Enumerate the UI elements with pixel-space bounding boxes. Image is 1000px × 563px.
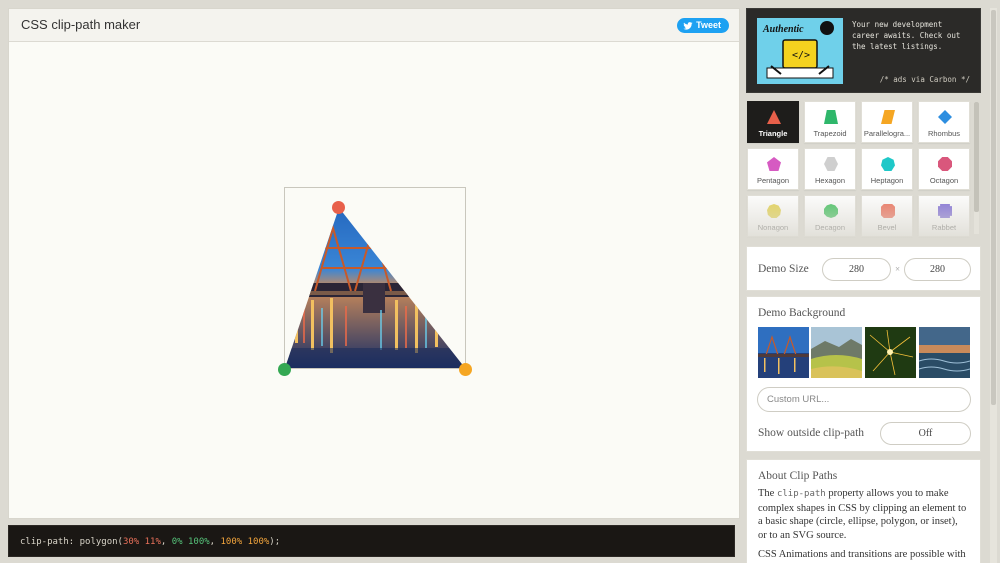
about-title: About Clip Paths xyxy=(758,470,838,482)
shape-list-fade xyxy=(746,190,981,238)
tweet-label: Tweet xyxy=(696,20,721,30)
shape-list-scroll-thumb[interactable] xyxy=(974,102,979,212)
demo-size-panel: Demo Size 280 × 280 xyxy=(746,246,981,291)
show-outside-toggle[interactable]: Off xyxy=(880,422,971,445)
shape-option-heptagon[interactable]: Heptagon xyxy=(861,148,913,190)
sidebar: Authentic </> Your new development caree… xyxy=(746,8,981,563)
page-scroll-thumb[interactable] xyxy=(991,10,996,405)
shape-option-label: Parallelogra... xyxy=(863,129,911,138)
clip-path-inline-code: clip-path xyxy=(776,489,826,499)
ad-text[interactable]: Your new development career awaits. Chec… xyxy=(852,19,972,52)
parallelogram-icon xyxy=(881,110,895,124)
show-outside-label: Show outside clip-path xyxy=(758,427,865,439)
twitter-icon xyxy=(683,21,693,30)
header: CSS clip-path maker Tweet xyxy=(9,9,739,42)
about-paragraph-1: The clip-path property allows you to mak… xyxy=(758,488,967,541)
shape-option-parallelogra[interactable]: Parallelogra... xyxy=(861,101,913,143)
shape-option-label: Pentagon xyxy=(756,176,790,185)
demo-size-label: Demo Size xyxy=(758,263,809,275)
shape-option-rhombus[interactable]: Rhombus xyxy=(918,101,970,143)
tweet-button[interactable]: Tweet xyxy=(677,18,729,33)
shape-option-label: Trapezoid xyxy=(813,129,847,138)
custom-url-input[interactable]: Custom URL... xyxy=(757,387,971,412)
pentagon-icon xyxy=(767,157,781,171)
svg-text:</>: </> xyxy=(792,50,810,61)
ad-attribution[interactable]: /* ads via Carbon */ xyxy=(880,75,970,84)
background-thumb-sparkler[interactable] xyxy=(865,327,916,378)
shape-option-label: Triangle xyxy=(758,129,788,138)
demo-background-panel: Demo Background Custom URL... Show outsi… xyxy=(746,296,981,452)
width-input[interactable]: 280 xyxy=(822,258,891,281)
carbon-ad[interactable]: Authentic </> Your new development caree… xyxy=(746,8,981,93)
about-panel: About Clip Paths The clip-path property … xyxy=(746,459,981,563)
background-thumb-valley[interactable] xyxy=(811,327,862,378)
ad-illustration: Authentic </> xyxy=(757,18,843,84)
code-output[interactable]: clip-path: polygon(30% 11%, 0% 100%, 100… xyxy=(8,525,735,557)
bridge-night-image xyxy=(285,207,465,368)
shape-option-label: Octagon xyxy=(929,176,959,185)
shape-picker: Triangle Trapezoid Parallelogra... Rhombus P… xyxy=(746,100,981,238)
hexagon-icon xyxy=(824,157,838,171)
shape-option-pentagon[interactable]: Pentagon xyxy=(747,148,799,190)
demo-box xyxy=(278,187,472,376)
rhombus-icon xyxy=(938,110,952,124)
shape-option-triangle[interactable]: Triangle xyxy=(747,101,799,143)
ad-image[interactable]: Authentic </> xyxy=(757,18,843,84)
octagon-icon xyxy=(938,157,952,171)
page-scrollbar[interactable] xyxy=(990,8,997,563)
times-symbol: × xyxy=(895,264,901,274)
background-thumb-sea[interactable] xyxy=(919,327,970,378)
shape-option-octagon[interactable]: Octagon xyxy=(918,148,970,190)
about-paragraph-2: CSS Animations and transitions are possi… xyxy=(758,549,966,563)
page-title: CSS clip-path maker xyxy=(21,17,141,32)
heptagon-icon xyxy=(881,157,895,171)
shape-option-label: Rhombus xyxy=(927,129,961,138)
shape-option-label: Heptagon xyxy=(870,176,904,185)
background-thumb-bridge[interactable] xyxy=(758,327,809,378)
demo-background-label: Demo Background xyxy=(758,307,846,319)
shape-option-trapezoid[interactable]: Trapezoid xyxy=(804,101,856,143)
clipped-demo-image xyxy=(285,207,465,368)
shape-list-scrollbar[interactable] xyxy=(974,102,979,234)
ad-logo-text: Authentic xyxy=(762,24,804,35)
demo-stage xyxy=(9,43,739,518)
shape-option-label: Hexagon xyxy=(814,176,846,185)
editor-panel: CSS clip-path maker Tweet xyxy=(8,8,740,519)
clip-path-code: clip-path: polygon(30% 11%, 0% 100%, 100… xyxy=(20,537,281,547)
polygon-point-1-handle[interactable] xyxy=(332,201,345,214)
shape-option-hexagon[interactable]: Hexagon xyxy=(804,148,856,190)
trapezoid-icon xyxy=(824,110,838,124)
triangle-icon xyxy=(767,110,781,124)
polygon-point-2-handle[interactable] xyxy=(278,363,291,376)
polygon-point-3-handle[interactable] xyxy=(459,363,472,376)
height-input[interactable]: 280 xyxy=(904,258,971,281)
